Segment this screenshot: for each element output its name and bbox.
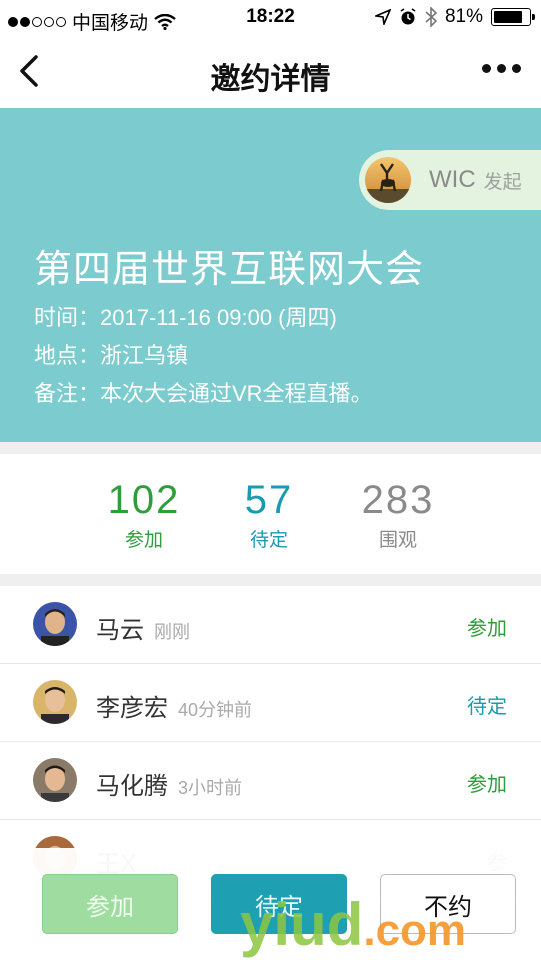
status-bar: 中国移动 18:22 81% [0, 0, 541, 36]
avatar [33, 602, 77, 646]
stat-joined[interactable]: 102 参加 [79, 478, 209, 552]
sponsor-badge[interactable]: WIC 发起 [359, 150, 541, 210]
decline-button[interactable]: 不约 [380, 874, 516, 934]
more-options-icon[interactable] [482, 64, 521, 73]
avatar [33, 680, 77, 724]
list-item[interactable]: 马云 刚刚 参加 [0, 586, 541, 664]
event-title: 第四届世界互联网大会 [34, 249, 425, 291]
attendee-time: 刚刚 [154, 622, 190, 642]
nav-bar: 邀约详情 [0, 36, 541, 108]
attendee-name: 李彦宏 40分钟前 [96, 688, 252, 723]
attendee-time: 40分钟前 [178, 700, 253, 720]
attendee-status: 参加 [467, 774, 507, 796]
attendee-name-text: 马云 [96, 617, 144, 644]
status-right: 81% [374, 6, 535, 28]
divider [0, 574, 541, 586]
sponsor-avatar [365, 157, 411, 203]
page-title: 邀约详情 [210, 63, 331, 96]
stat-watching[interactable]: 283 围观 [333, 478, 463, 552]
action-bar: 参加 待定 不约 [0, 848, 541, 960]
attendee-name: 马化腾 3小时前 [96, 766, 242, 801]
join-button[interactable]: 参加 [42, 874, 178, 934]
avatar [33, 758, 77, 802]
stat-pending-label: 待定 [249, 530, 288, 551]
stat-pending[interactable]: 57 待定 [204, 478, 334, 552]
attendee-time: 3小时前 [178, 778, 243, 798]
attendee-status: 参加 [467, 618, 507, 640]
battery-percent: 81% [444, 6, 483, 27]
event-location: 地点：浙江乌镇 [34, 343, 189, 368]
sponsor-name: WIC [429, 166, 476, 193]
bluetooth-icon [425, 7, 437, 27]
stat-pending-count: 57 [244, 478, 294, 522]
event-note: 备注：本次大会通过VR全程直播。 [34, 381, 373, 406]
alarm-icon [400, 8, 416, 25]
attendee-name: 马云 刚刚 [96, 610, 190, 645]
stats-panel: 102 参加 57 待定 283 围观 [0, 454, 541, 574]
stat-joined-label: 参加 [124, 530, 163, 551]
sponsor-tag: 发起 [483, 171, 522, 193]
list-item[interactable]: 马化腾 3小时前 参加 [0, 742, 541, 820]
pending-button[interactable]: 待定 [211, 874, 347, 934]
battery-icon [491, 8, 535, 26]
event-hero: WIC 发起 第四届世界互联网大会 时间：2017-11-16 09:00 (周… [0, 108, 541, 442]
attendee-status: 待定 [467, 696, 507, 718]
stat-joined-count: 102 [107, 478, 181, 522]
event-time: 时间：2017-11-16 09:00 (周四) [34, 305, 337, 330]
divider [0, 442, 541, 454]
location-arrow-icon [374, 9, 391, 25]
attendee-name-text: 李彦宏 [96, 695, 168, 722]
list-item[interactable]: 李彦宏 40分钟前 待定 [0, 664, 541, 742]
attendee-name-text: 马化腾 [96, 773, 168, 800]
stat-watching-count: 283 [361, 478, 435, 522]
stat-watching-label: 围观 [378, 530, 417, 551]
